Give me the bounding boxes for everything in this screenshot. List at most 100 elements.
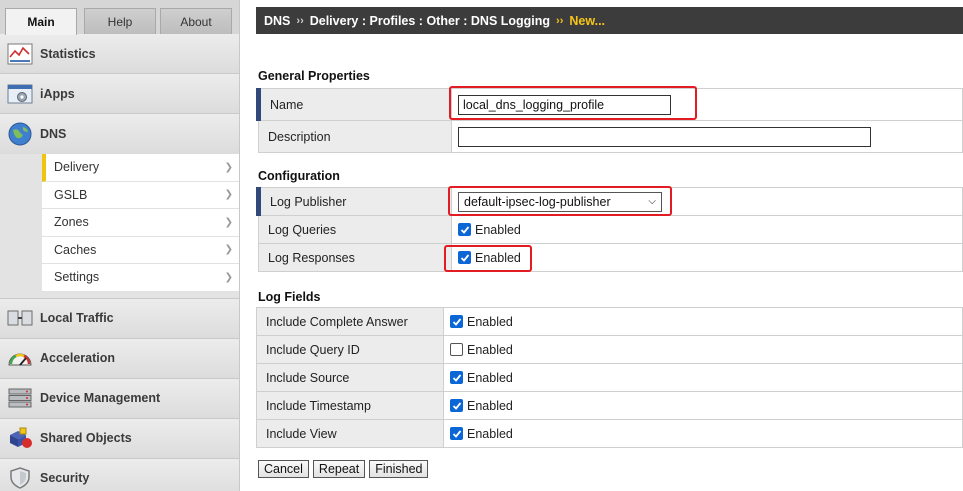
log-fields-table: Include Complete Answer Enabled Include … [256,307,963,448]
subnav-item-label: Zones [54,215,89,230]
log-field-row: Include Query ID Enabled [256,335,963,364]
include-source-cell: Enabled [443,363,963,392]
nav-section-label: Shared Objects [40,431,132,445]
name-row: Name [256,88,963,121]
cancel-button[interactable]: Cancel [258,460,309,478]
tab-about[interactable]: About [160,8,232,34]
nav-section-label: Statistics [40,46,96,61]
log-publisher-label: Log Publisher [256,187,452,216]
log-responses-checkbox[interactable] [458,251,471,264]
general-properties-table: Name Description [256,88,963,153]
breadcrumb-separator-icon: ›› [556,14,564,27]
nav-section-statistics[interactable]: Statistics [0,34,239,74]
security-shield-icon [6,464,34,491]
log-queries-row: Log Queries Enabled [258,215,963,244]
log-queries-checkbox[interactable] [458,223,471,236]
log-responses-enabled-text: Enabled [475,250,521,265]
breadcrumb-item-dns[interactable]: DNS [264,14,290,28]
dns-globe-icon [6,120,34,148]
include-view-checkbox[interactable] [450,427,463,440]
log-responses-label: Log Responses [258,243,452,272]
log-field-row: Include View Enabled [256,419,963,448]
include-complete-answer-label: Include Complete Answer [256,307,444,336]
breadcrumb: DNS ›› Delivery : Profiles : Other : DNS… [256,7,963,34]
name-input[interactable] [458,94,671,115]
include-query-id-label: Include Query ID [256,335,444,364]
include-complete-answer-checkbox[interactable] [450,315,463,328]
nav-section-dns[interactable]: DNS [0,114,239,154]
subnav-item-settings[interactable]: Settings ❯ [42,264,239,292]
log-field-row: Include Complete Answer Enabled [256,307,963,336]
subnav-item-caches[interactable]: Caches ❯ [42,236,239,264]
nav-section-security[interactable]: Security [0,458,239,491]
configuration-heading: Configuration [258,169,340,183]
include-query-id-checkbox[interactable] [450,343,463,356]
chevron-right-icon: ❯ [224,271,233,283]
nav-section-iapps[interactable]: iApps [0,74,239,114]
log-field-row: Include Timestamp Enabled [256,391,963,420]
subnav-item-delivery[interactable]: Delivery ❯ [42,154,239,182]
finished-button[interactable]: Finished [369,460,429,478]
description-row: Description [258,120,963,153]
chevron-down-icon: ⌵ [648,196,656,207]
statistics-icon [6,40,34,68]
iapps-icon [6,80,34,108]
name-label: Name [256,88,452,121]
shared-objects-icon [6,424,34,452]
log-queries-label: Log Queries [258,215,452,244]
subnav-item-label: Delivery [54,160,100,175]
chevron-right-icon: ❯ [224,161,233,173]
nav-section-label: iApps [40,86,75,101]
description-label: Description [258,120,452,153]
subnav-item-label: Caches [54,242,97,257]
log-queries-cell: Enabled [451,215,963,244]
include-timestamp-label: Include Timestamp [256,391,444,420]
description-input[interactable] [458,126,871,147]
form-actions: Cancel Repeat Finished [258,460,429,478]
log-publisher-select[interactable]: default-ipsec-log-publisher ⌵ [458,191,662,212]
tab-about-label: About [180,14,212,29]
subnav-item-gslb[interactable]: GSLB ❯ [42,181,239,209]
include-query-id-cell: Enabled [443,335,963,364]
chevron-right-icon: ❯ [224,244,233,256]
include-source-checkbox-group: Enabled [450,371,962,385]
nav-section-local-traffic[interactable]: Local Traffic [0,298,239,339]
log-responses-checkbox-group: Enabled [458,251,962,265]
nav-section-label: Device Management [40,391,161,405]
tab-help[interactable]: Help [84,8,156,34]
tab-main[interactable]: Main [5,8,77,35]
configuration-table: Log Publisher default-ipsec-log-publishe… [256,187,963,272]
nav-section-acceleration[interactable]: Acceleration [0,338,239,379]
dns-subnav: Delivery ❯ GSLB ❯ Zones ❯ Caches ❯ Settings ❯ [0,154,239,299]
left-navigation: Main Help About Statistics iApps DNS Del… [0,0,240,491]
include-source-checkbox[interactable] [450,371,463,384]
include-query-id-checkbox-group: Enabled [450,343,962,357]
nav-section-device-management[interactable]: Device Management [0,378,239,419]
log-queries-checkbox-group: Enabled [458,223,962,237]
repeat-button[interactable]: Repeat [312,460,366,478]
log-queries-enabled-text: Enabled [475,222,521,237]
include-timestamp-checkbox[interactable] [450,399,463,412]
chevron-right-icon: ❯ [224,216,233,228]
log-responses-cell: Enabled [451,243,963,272]
breadcrumb-current: New... [569,13,606,28]
include-complete-answer-checkbox-group: Enabled [450,315,962,329]
include-query-id-enabled-text: Enabled [467,342,513,357]
include-timestamp-checkbox-group: Enabled [450,399,962,413]
nav-tabs: Main Help About [0,0,239,35]
log-publisher-selected-value: default-ipsec-log-publisher [464,194,611,209]
nav-section-label: Security [40,471,90,485]
device-management-icon [6,384,34,412]
nav-section-shared-objects[interactable]: Shared Objects [0,418,239,459]
log-fields-heading: Log Fields [258,290,321,304]
log-responses-row: Log Responses Enabled [258,243,963,272]
nav-section-label: Local Traffic [40,311,114,325]
log-field-row: Include Source Enabled [256,363,963,392]
description-cell [451,120,963,153]
include-complete-answer-enabled-text: Enabled [467,314,513,329]
subnav-item-zones[interactable]: Zones ❯ [42,209,239,237]
breadcrumb-item-dns-logging[interactable]: Delivery : Profiles : Other : DNS Loggin… [310,14,550,28]
nav-section-label: DNS [40,127,67,141]
include-view-cell: Enabled [443,419,963,448]
breadcrumb-separator-icon: ›› [296,14,304,27]
